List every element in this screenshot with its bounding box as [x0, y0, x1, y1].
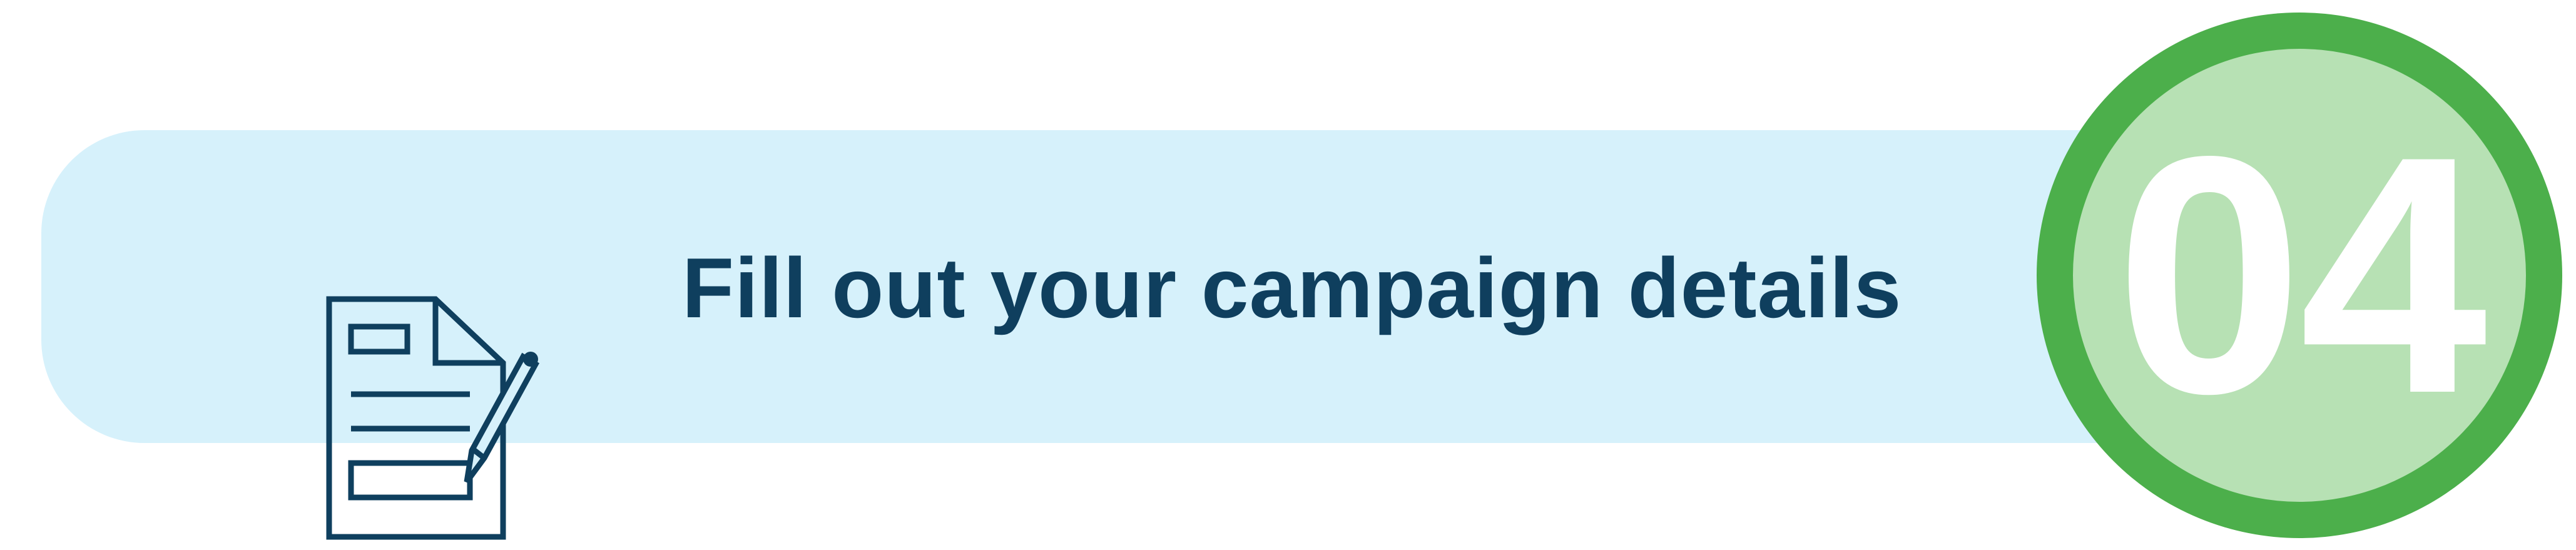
step-number-badge: 04: [2037, 13, 2562, 538]
step-title: Fill out your campaign details: [682, 240, 1902, 335]
step-number: 04: [2115, 86, 2488, 464]
document-with-pen-icon: [326, 296, 540, 540]
step-number-badge-inner: 04: [2073, 49, 2526, 502]
